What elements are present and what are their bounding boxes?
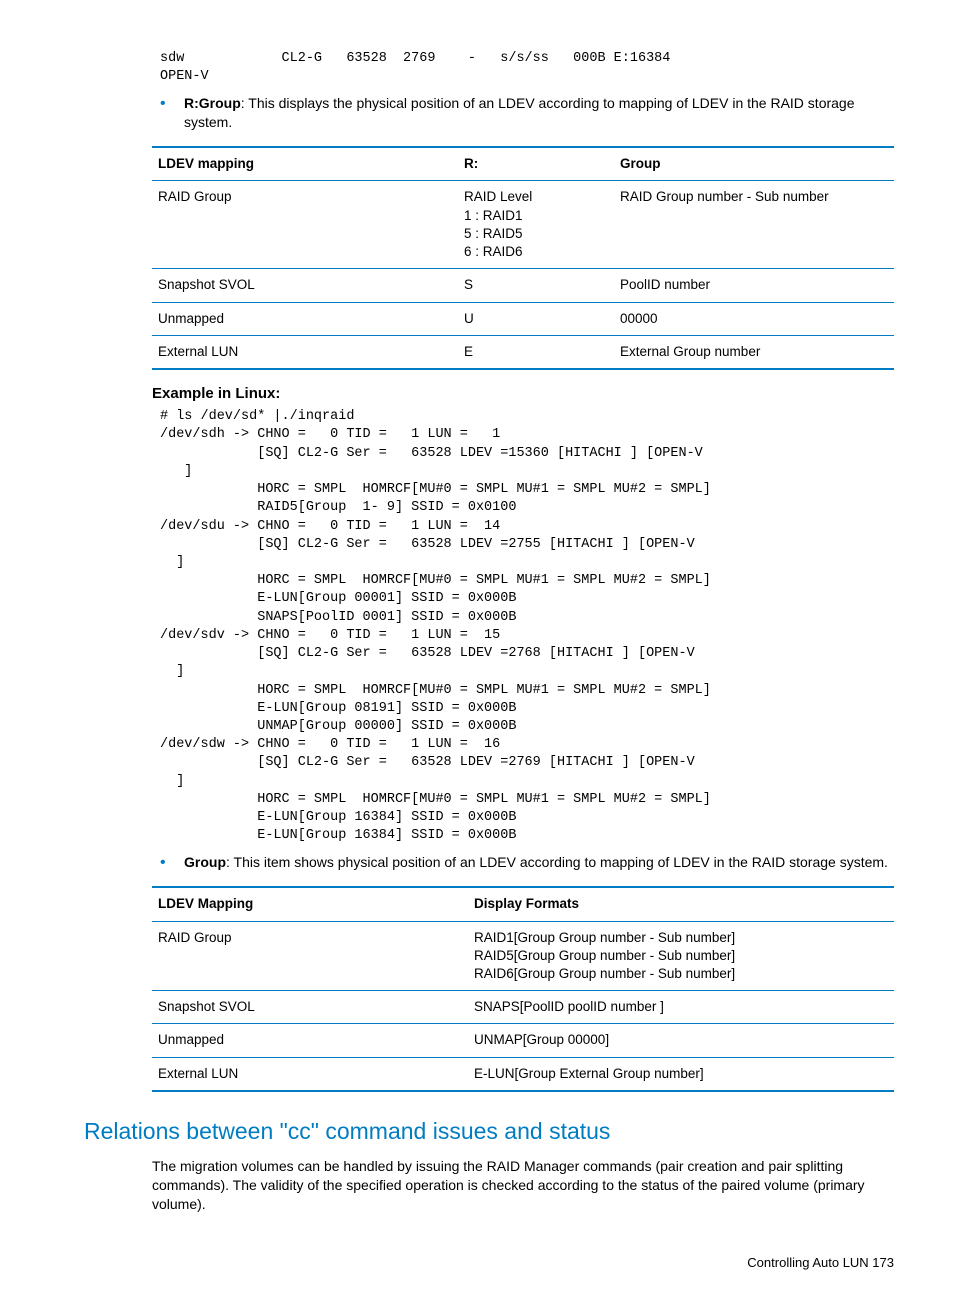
ldev-mapping-table-1: LDEV mapping R: Group RAID Group RAID Le… bbox=[152, 146, 894, 370]
td: RAID Level 1 : RAID1 5 : RAID5 6 : RAID6 bbox=[458, 181, 614, 269]
td: RAID Group bbox=[152, 181, 458, 269]
table-row: External LUN E-LUN[Group External Group … bbox=[152, 1057, 894, 1091]
table-row: Snapshot SVOL S PoolID number bbox=[152, 269, 894, 302]
th: LDEV Mapping bbox=[152, 887, 468, 921]
td: Unmapped bbox=[152, 1024, 468, 1057]
section-heading: Relations between "cc" command issues an… bbox=[60, 1116, 894, 1147]
ldev-mapping-table-2: LDEV Mapping Display Formats RAID Group … bbox=[152, 886, 894, 1092]
table-row: Snapshot SVOL SNAPS[PoolID poolID number… bbox=[152, 991, 894, 1024]
th: R: bbox=[458, 147, 614, 181]
td: S bbox=[458, 269, 614, 302]
bullet-lead: Group bbox=[184, 854, 226, 870]
td: Unmapped bbox=[152, 302, 458, 335]
bullet-group: Group: This item shows physical position… bbox=[152, 853, 894, 872]
table-header-row: LDEV mapping R: Group bbox=[152, 147, 894, 181]
td: Snapshot SVOL bbox=[152, 269, 458, 302]
bullet-list-1: R:Group: This displays the physical posi… bbox=[60, 94, 894, 132]
table-row: RAID Group RAID1[Group Group number - Su… bbox=[152, 921, 894, 991]
td: RAID Group bbox=[152, 921, 468, 991]
example-code: # ls /dev/sd* |./inqraid /dev/sdh -> CHN… bbox=[160, 408, 894, 845]
th: Group bbox=[614, 147, 894, 181]
table-row: RAID Group RAID Level 1 : RAID1 5 : RAID… bbox=[152, 181, 894, 269]
td: U bbox=[458, 302, 614, 335]
code-block-top: sdw CL2-G 63528 2769 - s/s/ss 000B E:163… bbox=[160, 50, 894, 86]
bullet-lead: R:Group bbox=[184, 95, 241, 111]
td: SNAPS[PoolID poolID number ] bbox=[468, 991, 894, 1024]
example-heading: Example in Linux: bbox=[152, 384, 894, 404]
td: UNMAP[Group 00000] bbox=[468, 1024, 894, 1057]
table-header-row: LDEV Mapping Display Formats bbox=[152, 887, 894, 921]
bullet-list-2: Group: This item shows physical position… bbox=[60, 853, 894, 872]
td: RAID Group number - Sub number bbox=[614, 181, 894, 269]
bullet-text: : This item shows physical position of a… bbox=[226, 854, 888, 870]
td: Snapshot SVOL bbox=[152, 991, 468, 1024]
table-row: Unmapped U 00000 bbox=[152, 302, 894, 335]
td: RAID1[Group Group number - Sub number] R… bbox=[468, 921, 894, 991]
td: 00000 bbox=[614, 302, 894, 335]
table-row: Unmapped UNMAP[Group 00000] bbox=[152, 1024, 894, 1057]
table-row: External LUN E External Group number bbox=[152, 335, 894, 369]
td: External Group number bbox=[614, 335, 894, 369]
td: PoolID number bbox=[614, 269, 894, 302]
th: LDEV mapping bbox=[152, 147, 458, 181]
td: E-LUN[Group External Group number] bbox=[468, 1057, 894, 1091]
td: External LUN bbox=[152, 1057, 468, 1091]
th: Display Formats bbox=[468, 887, 894, 921]
td: E bbox=[458, 335, 614, 369]
bullet-rgroup: R:Group: This displays the physical posi… bbox=[152, 94, 894, 132]
section-paragraph: The migration volumes can be handled by … bbox=[152, 1157, 894, 1214]
page-footer: Controlling Auto LUN 173 bbox=[60, 1254, 894, 1272]
td: External LUN bbox=[152, 335, 458, 369]
bullet-text: : This displays the physical position of… bbox=[184, 95, 855, 130]
